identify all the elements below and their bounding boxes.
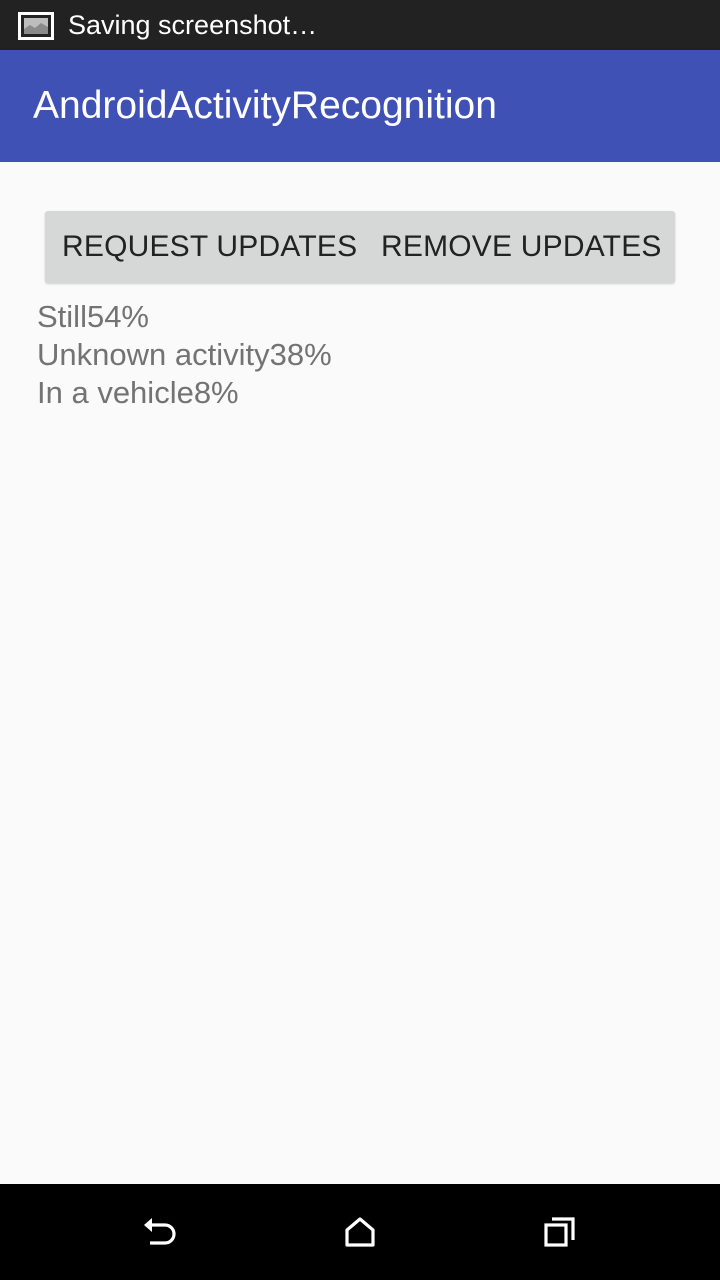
remove-updates-button[interactable]: REMOVE UPDATES: [381, 211, 662, 283]
activity-item: Still54%: [37, 299, 149, 334]
activity-item: In a vehicle8%: [37, 375, 239, 410]
request-updates-button[interactable]: REQUEST UPDATES: [62, 211, 357, 283]
navigation-bar: [0, 1184, 720, 1280]
back-icon[interactable]: [136, 1208, 184, 1256]
button-row: REQUEST UPDATES REMOVE UPDATES: [45, 211, 675, 283]
app-title: AndroidActivityRecognition: [33, 84, 497, 127]
status-notification-text: Saving screenshot…: [68, 10, 318, 40]
home-icon[interactable]: [336, 1208, 384, 1256]
screenshot-icon: [18, 12, 54, 40]
status-bar: Saving screenshot…: [0, 0, 720, 50]
activity-list: Still54% Unknown activity38% In a vehicl…: [37, 298, 332, 412]
activity-item: Unknown activity38%: [37, 337, 332, 372]
main-content: REQUEST UPDATES REMOVE UPDATES Still54% …: [0, 162, 720, 1184]
recents-icon[interactable]: [536, 1208, 584, 1256]
app-bar: AndroidActivityRecognition: [0, 50, 720, 162]
